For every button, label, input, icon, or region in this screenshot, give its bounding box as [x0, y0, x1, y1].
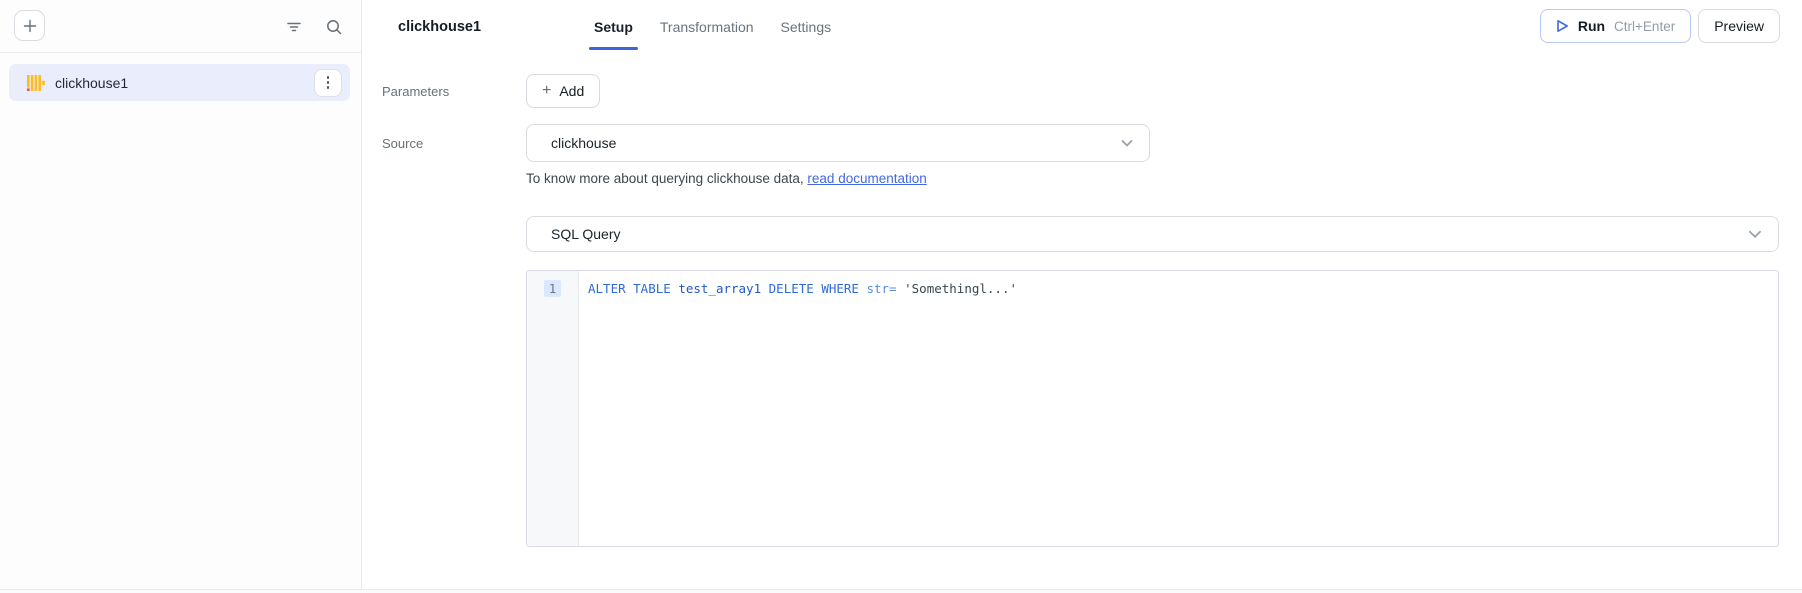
query-list-item-clickhouse1[interactable]: clickhouse1 [9, 64, 350, 101]
query-setup-form: Parameters + Add Source clickhouse [362, 53, 1802, 547]
sql-keyword: DELETE WHERE [769, 281, 867, 296]
sql-code-editor[interactable]: 1 ALTER TABLE test_array1 DELETE WHERE s… [526, 270, 1779, 547]
search-icon[interactable] [325, 18, 343, 36]
tab-settings[interactable]: Settings [781, 0, 832, 53]
plus-icon [22, 18, 38, 34]
read-documentation-link[interactable]: read documentation [807, 171, 926, 186]
sql-column-operator: str= [866, 281, 904, 296]
source-select[interactable]: clickhouse [526, 124, 1150, 162]
query-title: clickhouse1 [398, 0, 481, 53]
editor-code-area[interactable]: ALTER TABLE test_array1 DELETE WHERE str… [579, 271, 1778, 546]
query-editor-panel: clickhouse1 Setup Transformation Setting… [362, 0, 1802, 589]
sql-identifier: test_array1 [678, 281, 761, 296]
editor-gutter: 1 [527, 271, 579, 546]
kebab-icon [327, 76, 330, 89]
app-window: clickhouse1 clickhouse1 Setup Transforma… [0, 0, 1802, 593]
query-sidebar: clickhouse1 [0, 0, 362, 593]
tab-setup[interactable]: Setup [594, 0, 633, 53]
query-item-menu-button[interactable] [314, 69, 342, 97]
query-mode-select[interactable]: SQL Query [526, 216, 1779, 252]
query-item-label: clickhouse1 [55, 75, 314, 91]
add-parameter-button[interactable]: + Add [526, 74, 600, 108]
source-label: Source [362, 124, 526, 151]
plus-icon: + [542, 83, 551, 99]
sidebar-header [0, 0, 361, 53]
editor-tabs: Setup Transformation Settings [594, 0, 831, 53]
tab-transformation[interactable]: Transformation [660, 0, 754, 53]
chevron-down-icon [1119, 135, 1135, 151]
clickhouse-logo-icon [27, 74, 45, 92]
bottom-divider [0, 589, 1802, 593]
query-mode-value: SQL Query [551, 226, 621, 242]
preview-button-label: Preview [1714, 18, 1764, 34]
query-editor-header: clickhouse1 Setup Transformation Setting… [362, 0, 1802, 53]
sql-string: 'Somethingl...' [904, 281, 1017, 296]
add-query-button[interactable] [14, 10, 45, 41]
source-select-value: clickhouse [551, 135, 616, 151]
run-button-label: Run [1578, 18, 1605, 34]
sql-keyword: ALTER TABLE [588, 281, 678, 296]
run-shortcut-hint: Ctrl+Enter [1614, 19, 1675, 34]
sql-space [761, 281, 769, 296]
chevron-down-icon [1746, 225, 1764, 243]
run-button[interactable]: Run Ctrl+Enter [1540, 9, 1691, 43]
preview-button[interactable]: Preview [1698, 9, 1780, 43]
parameters-label: Parameters [362, 74, 526, 99]
play-icon [1556, 19, 1569, 33]
helper-text: To know more about querying clickhouse d… [526, 171, 807, 186]
line-number: 1 [527, 278, 578, 298]
source-helper-text: To know more about querying clickhouse d… [526, 171, 1150, 186]
code-line-1: ALTER TABLE test_array1 DELETE WHERE str… [588, 278, 1778, 298]
filter-icon[interactable] [285, 18, 303, 36]
add-parameter-label: Add [559, 83, 584, 99]
